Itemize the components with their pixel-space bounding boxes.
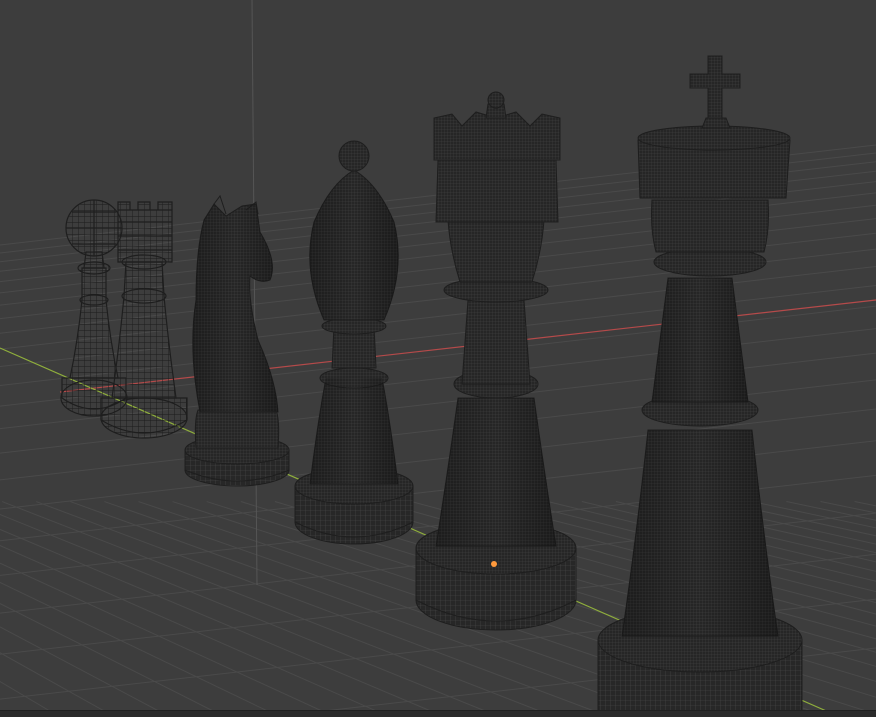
bishop-object[interactable] xyxy=(294,140,414,545)
queen-object[interactable] xyxy=(415,91,577,631)
grid-line xyxy=(0,562,336,717)
grid-line xyxy=(0,713,6,717)
viewport-bottom-edge xyxy=(0,710,876,717)
king-object[interactable] xyxy=(597,55,803,717)
grid-line xyxy=(0,581,281,717)
origin-marker[interactable] xyxy=(491,561,497,567)
knight-object[interactable] xyxy=(184,194,290,487)
3d-viewport[interactable] xyxy=(0,0,876,717)
z-axis-line xyxy=(251,0,258,586)
viewport-canvas[interactable] xyxy=(0,0,876,717)
